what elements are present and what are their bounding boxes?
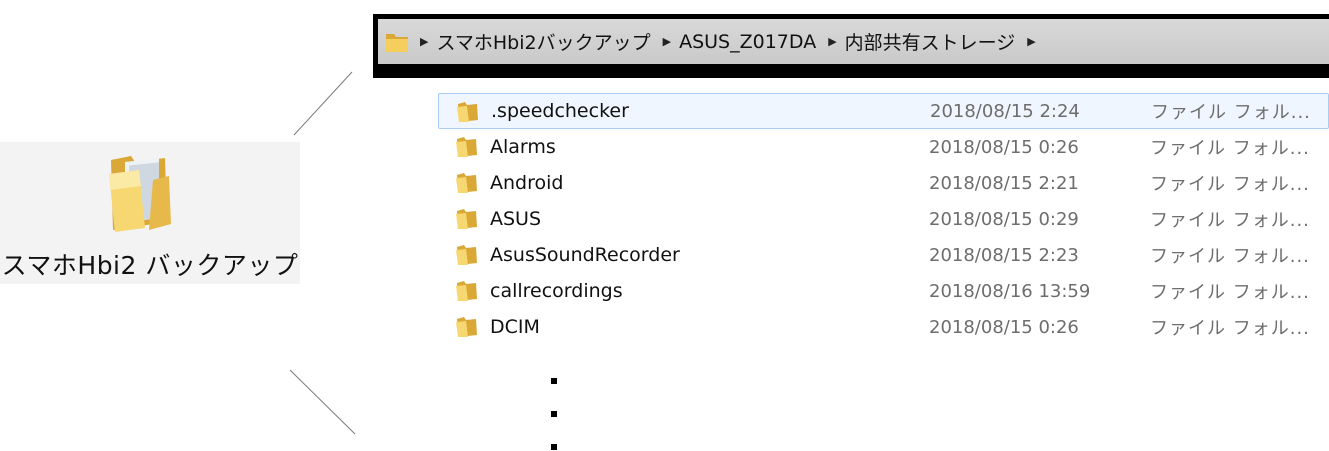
folder-icon [456, 137, 477, 157]
file-type: ファイル フォル... [1150, 282, 1310, 303]
file-date: 2018/08/15 2:23 [929, 244, 1079, 266]
file-date: 2018/08/15 2:24 [930, 100, 1080, 122]
folder-icon [386, 33, 408, 52]
leader-line-top [293, 71, 353, 136]
file-list: .speedchecker 2018/08/15 2:24 ファイル フォル..… [438, 93, 1329, 345]
file-row[interactable]: Alarms 2018/08/15 0:26 ファイル フォル... [438, 129, 1329, 165]
file-type: ファイル フォル... [1150, 138, 1310, 159]
file-name: .speedchecker [491, 100, 629, 122]
desktop-folder-item[interactable]: スマホHbi2 バックアップ [0, 142, 300, 284]
folder-icon [456, 317, 477, 337]
file-name: DCIM [490, 316, 540, 338]
address-bar[interactable]: ▶ スマホHbi2バックアップ ▶ ASUS_Z017DA ▶ 内部共有ストレー… [378, 19, 1329, 64]
file-row[interactable]: Android 2018/08/15 2:21 ファイル フォル... [438, 165, 1329, 201]
chevron-right-icon[interactable]: ▶ [828, 35, 836, 48]
folder-icon [109, 156, 171, 232]
chevron-right-icon[interactable]: ▶ [1027, 35, 1035, 48]
file-name: AsusSoundRecorder [490, 244, 680, 266]
folder-icon [456, 245, 477, 265]
file-row[interactable]: .speedchecker 2018/08/15 2:24 ファイル フォル..… [438, 93, 1329, 129]
breadcrumb-item[interactable]: 内部共有ストレージ [845, 28, 1016, 55]
file-date: 2018/08/15 2:21 [929, 172, 1079, 194]
folder-icon [456, 209, 477, 229]
breadcrumb-item[interactable]: ASUS_Z017DA [679, 31, 816, 53]
file-date: 2018/08/15 0:29 [929, 208, 1079, 230]
ellipsis-dot [551, 444, 557, 450]
file-row[interactable]: AsusSoundRecorder 2018/08/15 2:23 ファイル フ… [438, 237, 1329, 273]
file-date: 2018/08/15 0:26 [929, 136, 1079, 158]
file-name: ASUS [490, 208, 542, 230]
file-name: Android [490, 172, 564, 194]
leader-line-bottom [289, 369, 356, 435]
folder-icon [457, 102, 478, 122]
file-type: ファイル フォル... [1151, 102, 1311, 123]
desktop-folder-label: スマホHbi2 バックアップ [1, 251, 299, 280]
ellipsis-dot [551, 411, 557, 417]
chevron-right-icon[interactable]: ▶ [420, 35, 428, 48]
file-type: ファイル フォル... [1150, 318, 1310, 339]
chevron-right-icon[interactable]: ▶ [663, 35, 671, 48]
ellipsis-dot [551, 378, 557, 384]
folder-icon [456, 173, 477, 193]
file-name: Alarms [490, 136, 556, 158]
file-date: 2018/08/15 0:26 [929, 316, 1079, 338]
file-row[interactable]: ASUS 2018/08/15 0:29 ファイル フォル... [438, 201, 1329, 237]
file-name: callrecordings [490, 280, 623, 302]
folder-icon [456, 281, 477, 301]
file-row[interactable]: DCIM 2018/08/15 0:26 ファイル フォル... [438, 309, 1329, 345]
file-type: ファイル フォル... [1150, 246, 1310, 267]
file-date: 2018/08/16 13:59 [929, 280, 1091, 302]
breadcrumb-item[interactable]: スマホHbi2バックアップ [436, 28, 650, 55]
file-row[interactable]: callrecordings 2018/08/16 13:59 ファイル フォル… [438, 273, 1329, 309]
file-type: ファイル フォル... [1150, 174, 1310, 195]
file-type: ファイル フォル... [1150, 210, 1310, 231]
